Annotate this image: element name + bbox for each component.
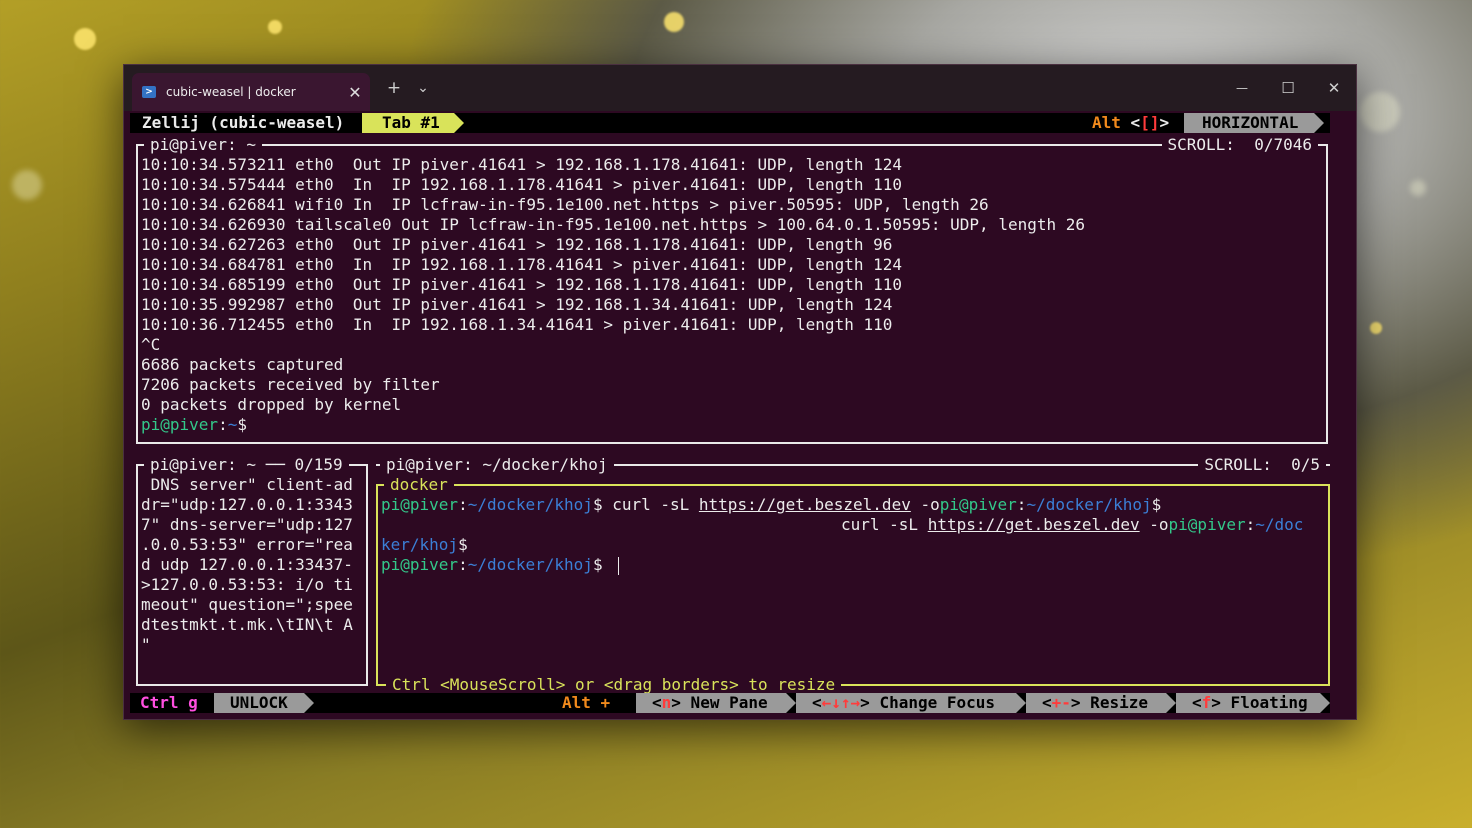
- zellij-top-bar: Zellij (cubic-weasel) Tab #1 Alt <[]> HO…: [130, 113, 1330, 133]
- zellij-bottom-bar: Ctrl g UNLOCK Alt + <n> New Pane <←↓↑→> C…: [130, 693, 1330, 713]
- terminal-line: pi@piver:~/docker/khoj$ curl -sL https:/…: [381, 495, 1162, 514]
- terminal-line: .0.0.53:53" error="rea: [141, 535, 353, 554]
- pane-right-inner-tab[interactable]: docker: [384, 475, 454, 495]
- unlock-mode[interactable]: UNLOCK: [214, 693, 304, 713]
- terminal-line: 0 packets dropped by kernel: [141, 395, 402, 414]
- terminal-line: 10:10:34.626930 tailscale0 Out IP lcfraw…: [141, 215, 1086, 234]
- terminal-line: dtestmkt.t.mk.\tIN\t A: [141, 615, 353, 634]
- new-tab-button[interactable]: +: [382, 65, 406, 111]
- terminal-line: 6686 packets captured: [141, 355, 344, 374]
- pane-left[interactable]: pi@piver: ~ ── 0/159 DNS server" client-…: [136, 455, 368, 686]
- pane-right[interactable]: docker pi@piver:~/docker/khoj$ curl -sL …: [376, 475, 1330, 695]
- pane-top-title: pi@piver: ~: [144, 135, 262, 155]
- keybinding-resize[interactable]: <+-> Resize: [1026, 693, 1166, 713]
- segment-arrow-icon: [1166, 693, 1176, 713]
- resize-hint: Ctrl <MouseScroll> or <drag borders> to …: [386, 675, 842, 695]
- tab-dropdown-button[interactable]: ⌄: [412, 65, 434, 111]
- close-window-button[interactable]: ✕: [1314, 65, 1354, 111]
- keybinding-change-focus[interactable]: <←↓↑→> Change Focus: [796, 693, 1016, 713]
- tab-arrow-icon: [454, 113, 464, 133]
- pane-right-title: pi@piver: ~/docker/khoj: [380, 455, 614, 475]
- tab-close-button[interactable]: ✕: [340, 83, 370, 102]
- background-light-dot: [664, 12, 684, 32]
- pane-right-scroll: SCROLL: 0/5: [1198, 455, 1326, 475]
- segment-arrow-icon: [1016, 693, 1026, 713]
- background-light-dot: [12, 170, 42, 200]
- terminal-line: 10:10:34.626841 wifi0 In IP lcfraw-in-f9…: [141, 195, 989, 214]
- layout-arrow-icon: [1314, 113, 1324, 133]
- tab-1[interactable]: Tab #1: [362, 113, 454, 133]
- terminal-window: > cubic-weasel | docker ✕ + ⌄ — ☐ ✕ Zell…: [123, 64, 1357, 720]
- terminal-line: ker/khoj$: [381, 535, 468, 554]
- background-light-dot: [74, 28, 96, 50]
- terminal-line: 7206 packets received by filter: [141, 375, 440, 394]
- ctrl-hint: Ctrl g: [140, 693, 198, 712]
- terminal-prompt: pi@piver:~/docker/khoj$: [381, 555, 620, 575]
- background-light-dot: [1410, 180, 1426, 196]
- terminal-line: >127.0.0.53:53: i/o ti: [141, 575, 353, 594]
- terminal-line: 10:10:35.992987 eth0 Out IP piver.41641 …: [141, 295, 893, 314]
- background-light-dot: [1360, 92, 1400, 132]
- terminal-line: 10:10:34.573211 eth0 Out IP piver.41641 …: [141, 155, 902, 174]
- pane-top-scroll: SCROLL: 0/7046: [1161, 135, 1318, 155]
- alt-hint: Alt <[]>: [1092, 113, 1170, 132]
- title-bar: > cubic-weasel | docker ✕ + ⌄ — ☐ ✕: [124, 65, 1356, 111]
- pane-left-title: pi@piver: ~ ── 0/159: [144, 455, 349, 475]
- segment-arrow-icon: [786, 693, 796, 713]
- tab-title: cubic-weasel | docker: [166, 85, 296, 99]
- segment-arrow-icon: [1320, 693, 1330, 713]
- terminal-line: meout" question=";spee: [141, 595, 353, 614]
- terminal-line: ": [141, 635, 151, 654]
- terminal-line: 10:10:34.685199 eth0 Out IP piver.41641 …: [141, 275, 902, 294]
- tab-cubic-weasel[interactable]: > cubic-weasel | docker ✕: [132, 73, 370, 111]
- keybinding-floating[interactable]: <f> Floating: [1176, 693, 1320, 713]
- pane-top-prompt: pi@piver:~$: [141, 415, 247, 434]
- pane-right-frame: pi@piver: ~/docker/khoj SCROLL: 0/5: [376, 455, 1330, 480]
- terminal-line: 10:10:34.684781 eth0 In IP 192.168.1.178…: [141, 255, 902, 274]
- terminal-line: curl -sL https://get.beszel.dev -opi@piv…: [841, 515, 1304, 534]
- terminal-line: 7" dns-server="udp:127: [141, 515, 353, 534]
- terminal-content[interactable]: Zellij (cubic-weasel) Tab #1 Alt <[]> HO…: [130, 113, 1330, 715]
- terminal-line: d udp 127.0.0.1:33437-: [141, 555, 353, 574]
- terminal-line: 10:10:36.712455 eth0 In IP 192.168.1.34.…: [141, 315, 893, 334]
- maximize-button[interactable]: ☐: [1268, 65, 1308, 111]
- session-name: Zellij (cubic-weasel): [142, 113, 345, 132]
- layout-mode[interactable]: HORIZONTAL: [1184, 113, 1314, 133]
- background-light-dot: [268, 20, 282, 34]
- text-cursor: [618, 556, 620, 575]
- pane-top[interactable]: pi@piver: ~ SCROLL: 0/7046 10:10:34.5732…: [136, 135, 1328, 444]
- alt-modifier: Alt +: [562, 693, 611, 712]
- keybinding-new-pane[interactable]: <n> New Pane: [636, 693, 786, 713]
- minimize-button[interactable]: —: [1222, 65, 1262, 111]
- background-light-dot: [1370, 322, 1382, 334]
- terminal-line: DNS server" client-ad: [141, 475, 353, 494]
- terminal-line: ^C: [141, 335, 161, 354]
- unlock-arrow-icon: [304, 693, 314, 713]
- terminal-line: dr="udp:127.0.0.1:3343: [141, 495, 353, 514]
- powershell-icon: >: [142, 86, 156, 98]
- terminal-line: 10:10:34.627263 eth0 Out IP piver.41641 …: [141, 235, 893, 254]
- terminal-line: 10:10:34.575444 eth0 In IP 192.168.1.178…: [141, 175, 902, 194]
